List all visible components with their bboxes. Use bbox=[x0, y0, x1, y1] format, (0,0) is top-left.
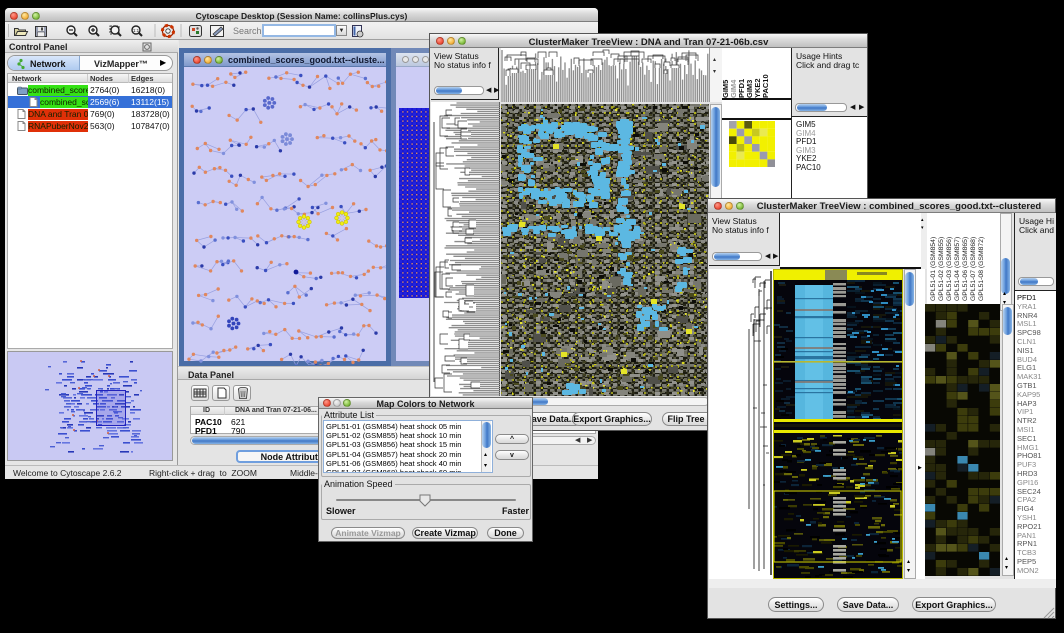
svg-text:GPL51-06 (GSM865): GPL51-06 (GSM865) bbox=[962, 237, 969, 301]
svg-text:GPL51-08 (GSM872): GPL51-08 (GSM872) bbox=[978, 237, 985, 301]
svg-text:GPL51-02 (GSM855): GPL51-02 (GSM855) bbox=[938, 237, 945, 301]
svg-text:GPL51-04 (GSM857): GPL51-04 (GSM857) bbox=[954, 237, 961, 301]
svg-text:1:1: 1:1 bbox=[133, 28, 140, 33]
svg-text:GPL51-03 (GSM856): GPL51-03 (GSM856) bbox=[946, 237, 953, 301]
svg-text:GPL51-01 (GSM854): GPL51-01 (GSM854) bbox=[930, 237, 937, 301]
svg-text:PAC10: PAC10 bbox=[761, 74, 770, 98]
svg-text:GPL51-07 (GSM868): GPL51-07 (GSM868) bbox=[970, 237, 977, 301]
